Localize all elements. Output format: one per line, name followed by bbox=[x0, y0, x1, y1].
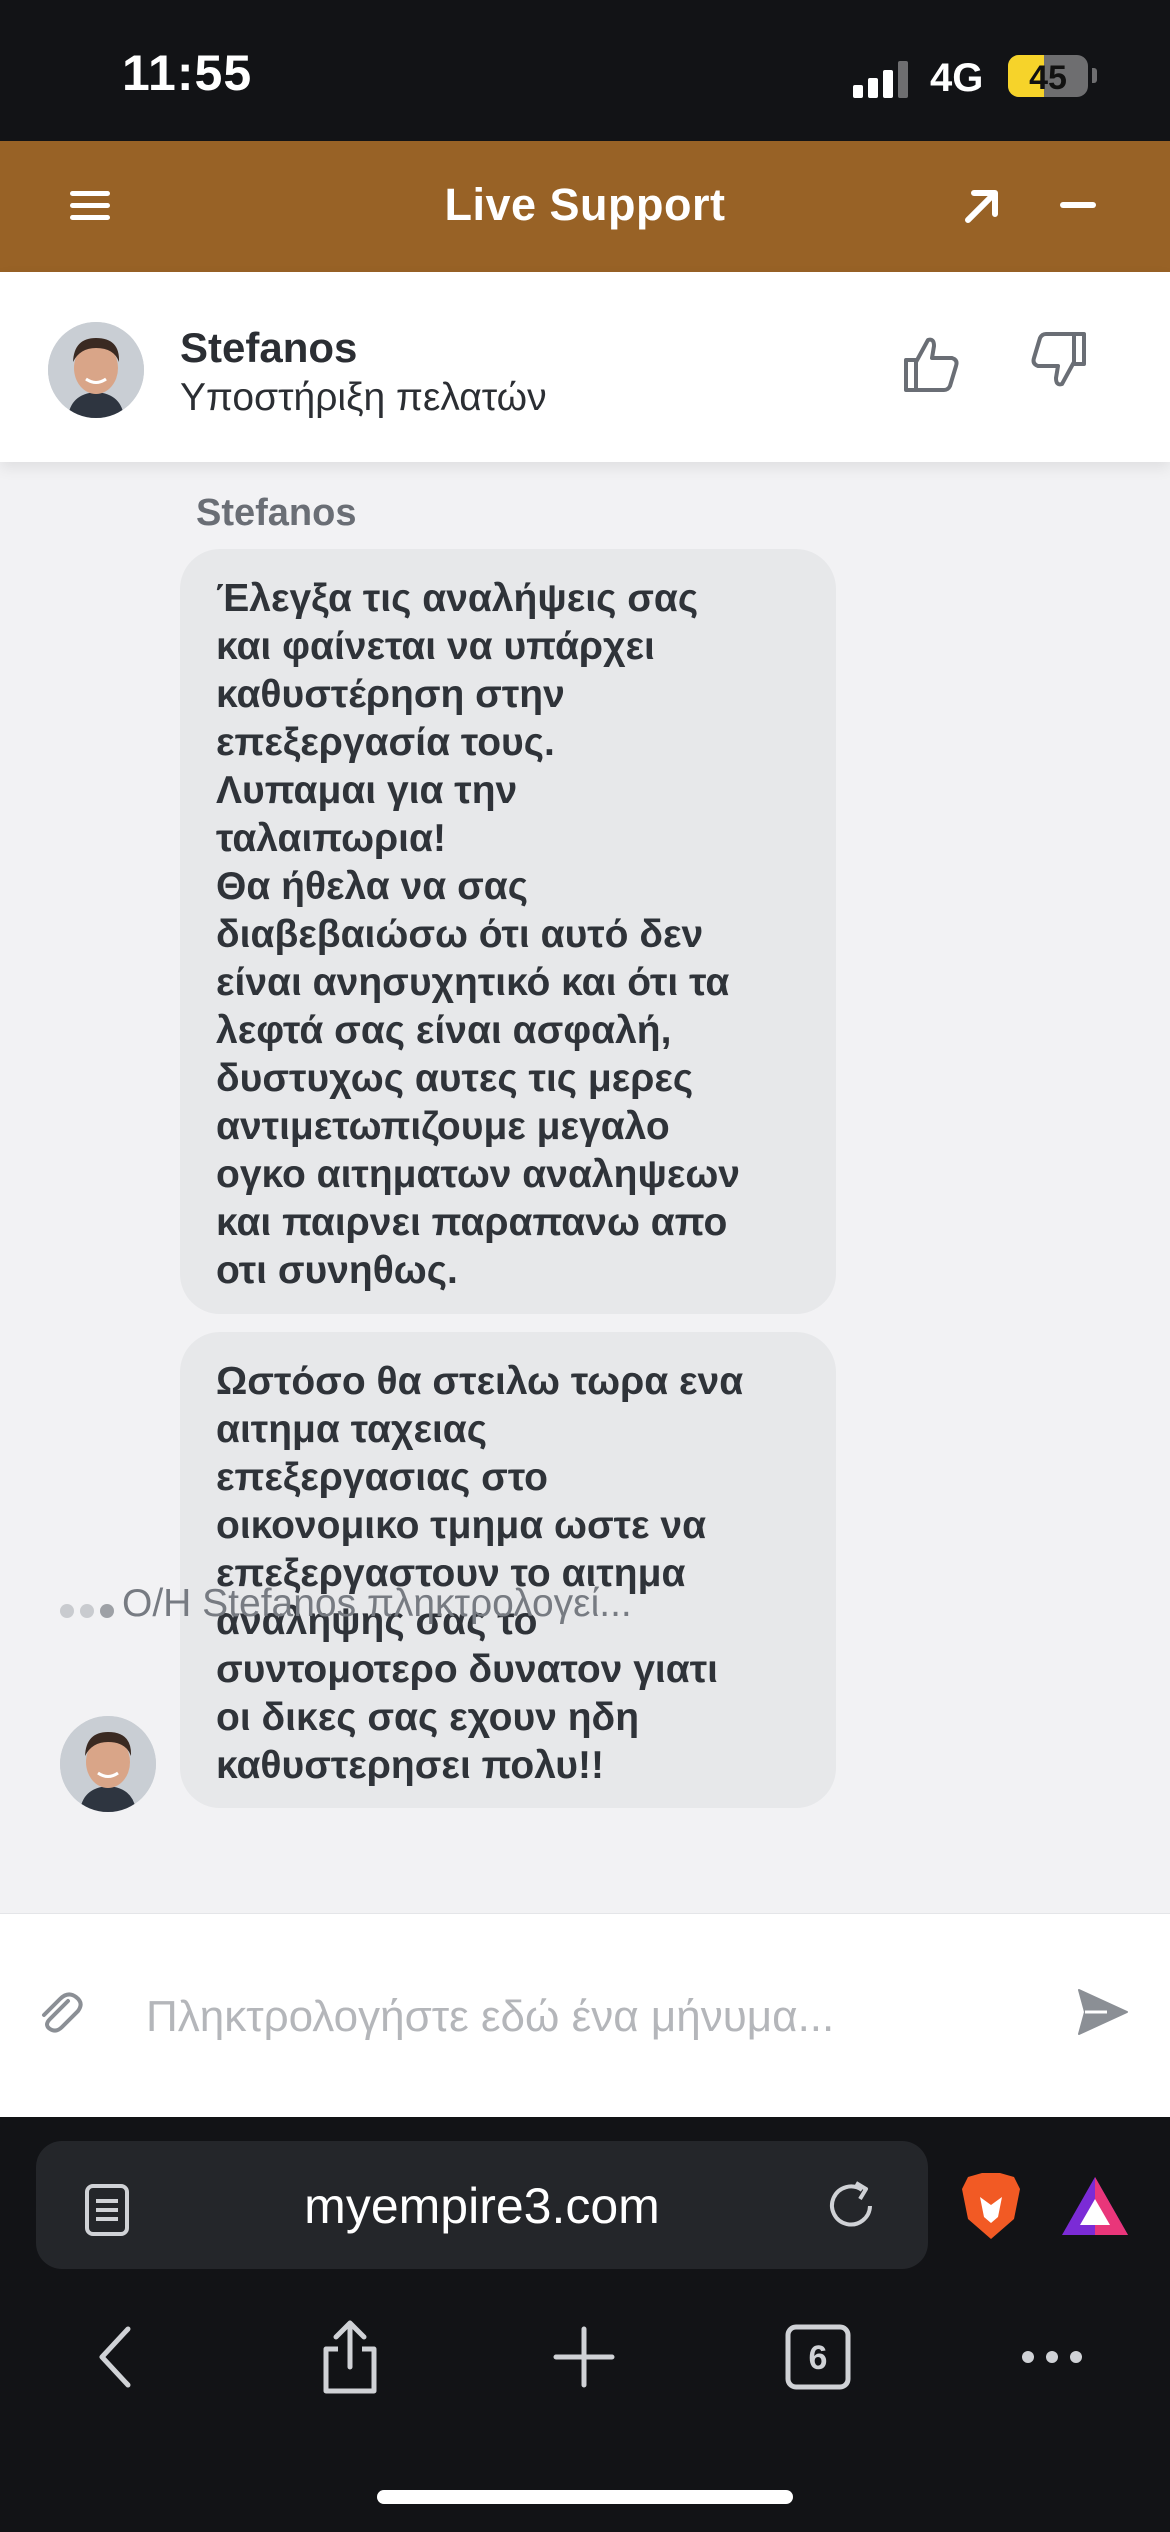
agent-name: Stefanos bbox=[180, 324, 358, 371]
agent-header: Stefanos Υποστήριξη πελατών bbox=[0, 272, 1170, 462]
tab-count: 6 bbox=[808, 2339, 828, 2377]
thumbs-down-icon[interactable] bbox=[1026, 328, 1090, 392]
address-bar[interactable]: myempire3.com bbox=[36, 2141, 928, 2269]
reload-icon[interactable] bbox=[822, 2177, 880, 2235]
brave-rewards-icon[interactable] bbox=[1060, 2175, 1130, 2237]
back-icon[interactable] bbox=[82, 2317, 154, 2397]
message-bubble: Ωστόσο θα στειλω τωρα ενα αιτημα ταχειας… bbox=[180, 1332, 836, 1808]
cellular-signal-icon bbox=[853, 58, 911, 98]
plus-icon[interactable] bbox=[548, 2317, 620, 2397]
network-type: 4G bbox=[930, 56, 984, 100]
status-time: 11:55 bbox=[122, 45, 253, 101]
browser-toolbar: myempire3.com 6 bbox=[0, 2117, 1170, 2532]
minimize-icon[interactable] bbox=[1060, 202, 1096, 208]
more-icon[interactable] bbox=[1016, 2317, 1088, 2397]
live-support-widget: Live Support Stefanos Υποστήριξη πελατών… bbox=[0, 141, 1170, 2117]
tabs-icon[interactable]: 6 bbox=[782, 2317, 854, 2397]
brave-lion-icon[interactable] bbox=[960, 2171, 1022, 2241]
paperclip-icon[interactable] bbox=[34, 1987, 86, 2039]
widget-header: Live Support bbox=[0, 141, 1170, 272]
url-text: myempire3.com bbox=[304, 2178, 660, 2234]
message-sender-label: Stefanos bbox=[196, 492, 357, 534]
battery-percent: 45 bbox=[1029, 59, 1067, 97]
popout-arrow-icon[interactable] bbox=[960, 184, 1004, 228]
home-indicator[interactable] bbox=[377, 2490, 793, 2504]
message-bubble: Έλεγξα τις αναλήψεις σας και φαίνεται να… bbox=[180, 549, 836, 1314]
battery-icon: 45 bbox=[1008, 55, 1088, 97]
agent-role: Υποστήριξη πελατών bbox=[180, 376, 547, 419]
message-list[interactable]: Stefanos Έλεγξα τις αναλήψεις σας και φα… bbox=[0, 462, 1170, 2052]
typing-dots-icon bbox=[60, 1584, 122, 1628]
agent-avatar bbox=[48, 322, 144, 418]
message-input[interactable] bbox=[146, 1974, 986, 2060]
status-bar: 11:55 4G 45 bbox=[0, 0, 1170, 141]
share-icon[interactable] bbox=[314, 2317, 386, 2397]
battery-nub bbox=[1092, 68, 1097, 83]
send-icon[interactable] bbox=[1075, 1984, 1131, 2040]
message-avatar bbox=[60, 1716, 156, 1812]
typing-indicator-text: Ο/Η Stefanos πληκτρολογεί... bbox=[122, 1582, 632, 1625]
message-composer bbox=[0, 1913, 1170, 2117]
typing-indicator: Ο/Η Stefanos πληκτρολογεί... bbox=[60, 1582, 632, 1628]
thumbs-up-icon[interactable] bbox=[900, 332, 964, 396]
